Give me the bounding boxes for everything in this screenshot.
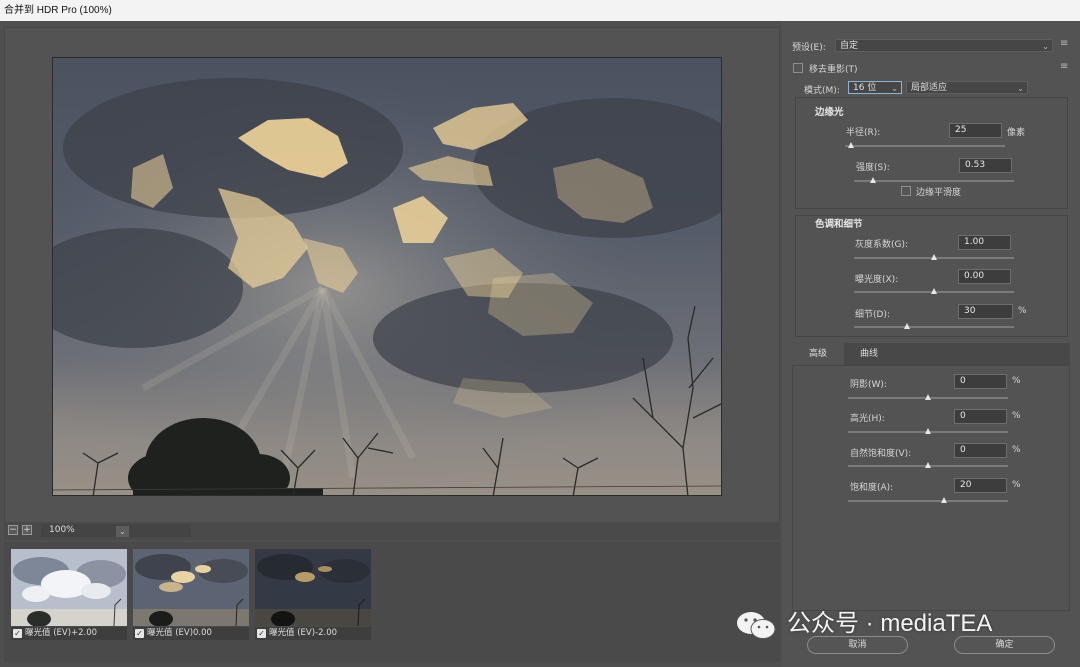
radius-slider-track[interactable]: [845, 145, 1005, 147]
smooth-edges-label: 边缘平滑度: [916, 188, 962, 198]
detail-label: 细节(D):: [855, 310, 890, 320]
gamma-input[interactable]: 1.00: [958, 235, 1011, 250]
advanced-panel: [792, 365, 1070, 611]
highlight-label: 高光(H):: [850, 414, 885, 424]
vibrance-label: 自然饱和度(V):: [850, 449, 912, 459]
zoom-in-button[interactable]: +: [22, 525, 32, 535]
chevron-down-icon: ⌄: [1042, 42, 1049, 51]
thumbnail-caption: ✓ 曝光值 (EV)0.00: [133, 627, 249, 640]
exposure-thumbnail-0[interactable]: ✓ 曝光值 (EV)0.00: [133, 549, 249, 640]
exposure-input[interactable]: 0.00: [958, 269, 1011, 284]
saturation-slider-handle[interactable]: [941, 497, 947, 503]
shadow-label: 阴影(W):: [850, 380, 887, 390]
bit-depth-select[interactable]: 16 位 ⌄: [848, 81, 902, 94]
zoom-out-button[interactable]: −: [8, 525, 18, 535]
thumbnail-image: [133, 549, 249, 626]
strength-input[interactable]: 0.53: [959, 158, 1012, 173]
preview-panel: − + 100% ⌄ ✓ 曝光值 (EV)+2.00 ✓ 曝光值 (EV)0.0…: [0, 21, 782, 667]
highlight-input[interactable]: 0: [954, 409, 1007, 424]
panel-menu-icon[interactable]: ≡: [1060, 61, 1068, 72]
preset-label: 预设(E):: [792, 43, 826, 53]
vibrance-unit: %: [1012, 445, 1021, 455]
thumbnail-caption: ✓ 曝光值 (EV)-2.00: [255, 627, 371, 640]
zoom-level-field[interactable]: 100% ⌄: [41, 524, 191, 537]
radius-unit: 像素: [1007, 128, 1026, 138]
saturation-input[interactable]: 20: [954, 478, 1007, 493]
tab-curve[interactable]: 曲线: [844, 343, 894, 365]
vibrance-slider-handle[interactable]: [925, 462, 931, 468]
include-checkbox[interactable]: ✓: [257, 629, 266, 638]
exposure-label: 曝光度(X):: [855, 275, 899, 285]
strength-slider-track[interactable]: [854, 180, 1014, 182]
chevron-down-icon: ⌄: [891, 84, 898, 93]
shadow-input[interactable]: 0: [954, 374, 1007, 389]
preset-select[interactable]: 自定 ⌄: [835, 39, 1053, 52]
vibrance-input[interactable]: 0: [954, 443, 1007, 458]
tone-detail-title: 色调和细节: [815, 219, 863, 230]
strength-slider-handle[interactable]: [870, 177, 877, 183]
radius-label: 半径(R):: [846, 128, 881, 138]
zoom-level: 100%: [49, 525, 75, 535]
include-checkbox[interactable]: ✓: [13, 629, 22, 638]
detail-slider-track[interactable]: [854, 326, 1014, 328]
exposure-thumbnail-minus2[interactable]: ✓ 曝光值 (EV)-2.00: [255, 549, 371, 640]
hdr-method-select[interactable]: 局部适应 ⌄: [906, 81, 1028, 94]
saturation-slider-track[interactable]: [848, 500, 1008, 502]
detail-unit: %: [1018, 306, 1027, 316]
zoom-dropdown-icon[interactable]: ⌄: [116, 526, 129, 537]
highlight-unit: %: [1012, 411, 1021, 421]
mode-label: 模式(M):: [804, 86, 840, 96]
cancel-button[interactable]: 取消: [807, 636, 908, 654]
exposure-thumbnail-strip: ✓ 曝光值 (EV)+2.00 ✓ 曝光值 (EV)0.00 ✓ 曝光值 (EV…: [4, 542, 780, 662]
radius-input[interactable]: 25: [949, 123, 1002, 138]
zoom-bar: − + 100% ⌄: [4, 522, 780, 540]
thumbnail-image: [255, 549, 371, 626]
exposure-thumbnail-plus2[interactable]: ✓ 曝光值 (EV)+2.00: [11, 549, 127, 640]
saturation-unit: %: [1012, 480, 1021, 490]
tone-detail-group: [795, 215, 1068, 337]
thumbnail-caption: ✓ 曝光值 (EV)+2.00: [11, 627, 127, 640]
adjustment-tabs: 高级 曲线: [792, 343, 1070, 365]
strength-label: 强度(S):: [856, 163, 890, 173]
shadow-slider-handle[interactable]: [925, 394, 931, 400]
tab-advanced[interactable]: 高级: [792, 343, 844, 365]
sky-photo-drawing: [53, 58, 721, 495]
detail-slider-handle[interactable]: [903, 323, 910, 329]
exposure-slider-handle[interactable]: [931, 288, 937, 294]
hdr-preview-image: [52, 57, 722, 496]
radius-slider-handle[interactable]: [848, 142, 855, 148]
highlight-slider-handle[interactable]: [925, 428, 931, 434]
smooth-edges-checkbox[interactable]: [901, 186, 911, 196]
remove-ghost-label: 移去重影(T): [809, 65, 858, 75]
window-title: 合并到 HDR Pro (100%): [0, 0, 1080, 21]
remove-ghost-checkbox[interactable]: [793, 63, 803, 73]
gamma-label: 灰度系数(G):: [855, 240, 909, 250]
include-checkbox[interactable]: ✓: [135, 629, 144, 638]
preview-area: [4, 27, 780, 523]
saturation-label: 饱和度(A):: [850, 483, 894, 493]
detail-input[interactable]: 30: [958, 304, 1013, 319]
thumbnail-image: [11, 549, 127, 626]
shadow-unit: %: [1012, 376, 1021, 386]
gamma-slider-handle[interactable]: [931, 254, 937, 260]
edge-glow-title: 边缘光: [815, 107, 844, 118]
ok-button[interactable]: 确定: [954, 636, 1055, 654]
preset-menu-icon[interactable]: ≡: [1060, 38, 1068, 49]
chevron-down-icon: ⌄: [1017, 84, 1024, 93]
hdr-settings-panel: 预设(E): 自定 ⌄ ≡ 移去重影(T) ≡ 模式(M): 16 位 ⌄ 局部适应…: [782, 21, 1080, 667]
